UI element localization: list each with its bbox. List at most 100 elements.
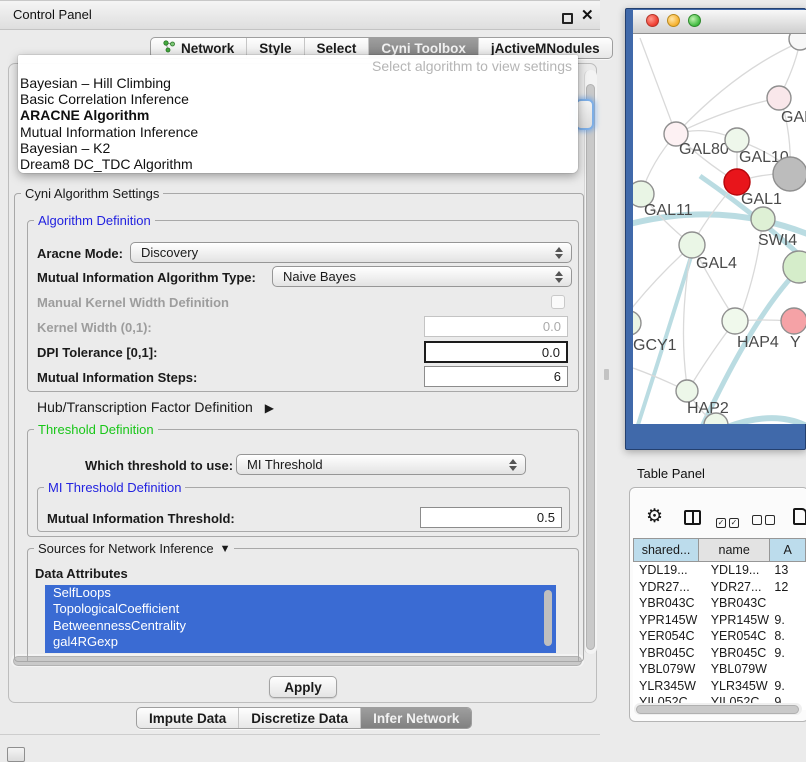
stepper-arrows-icon <box>509 459 517 471</box>
tab-infer-network-label: Infer Network <box>373 711 459 726</box>
network-node-swi4[interactable] <box>751 207 775 231</box>
table-horizontal-scrollbar-thumb[interactable] <box>636 705 799 714</box>
manual-kernel-width-checkbox[interactable] <box>551 295 565 309</box>
algorithm-dropdown-popup: Select algorithm to view settings Bayesi… <box>18 55 578 173</box>
export-table-icon[interactable] <box>793 508 806 525</box>
network-node-gal[interactable] <box>767 86 791 110</box>
close-icon[interactable]: ✕ <box>581 6 594 24</box>
table-row[interactable]: YBR045CYBR045C9. <box>633 645 806 662</box>
table-row[interactable]: YBL079WYBL079W <box>633 661 806 678</box>
network-canvas[interactable]: GALGAL80GAL10GAL1GAL11SWI4GAL4HAP4YGCY1H… <box>633 34 806 424</box>
close-traffic-light-icon[interactable] <box>646 14 659 27</box>
data-attribute-item[interactable]: TopologicalCoefficient <box>45 601 556 617</box>
sources-group-header[interactable]: Sources for Network Inference ▼ <box>34 541 234 556</box>
table-cell: 9. <box>770 678 806 695</box>
collapse-down-arrow-icon: ▼ <box>220 543 231 555</box>
table-row[interactable]: YBR043CYBR043C <box>633 595 806 612</box>
data-attribute-item[interactable]: SelfLoops <box>45 585 556 601</box>
algorithm-dropdown-item[interactable]: Bayesian – K2 <box>18 140 578 156</box>
splitpane-handle[interactable] <box>604 369 609 380</box>
mi-algorithm-type-label: Mutual Information Algorithm Type: <box>37 270 256 285</box>
data-attributes-list[interactable]: SelfLoopsTopologicalCoefficientBetweenne… <box>45 585 556 653</box>
network-node-label: GAL80 <box>679 141 729 158</box>
kernel-width-label: Kernel Width (0,1): <box>37 320 152 335</box>
table-header-row: shared... name A <box>633 538 806 562</box>
mi-algorithm-type-value: Naive Bayes <box>283 269 356 284</box>
hub-definition-label: Hub/Transcription Factor Definition <box>37 399 253 415</box>
aracne-mode-combobox[interactable]: Discovery <box>130 242 572 263</box>
table-row[interactable]: YPR145WYPR145W9. <box>633 612 806 629</box>
data-attribute-item[interactable]: gal4RGexp <box>45 634 556 650</box>
network-edge[interactable] <box>676 98 779 134</box>
settings-vertical-scrollbar-thumb[interactable] <box>586 84 595 650</box>
table-cell: 8. <box>770 628 806 645</box>
hub-definition-expander[interactable]: Hub/Transcription Factor Definition ▶ <box>37 399 274 415</box>
kernel-width-field[interactable]: 0.0 <box>424 316 568 337</box>
columns-icon[interactable] <box>684 510 701 525</box>
unselect-all-columns-icon[interactable] <box>752 512 778 530</box>
tab-infer-network[interactable]: Infer Network <box>360 708 471 728</box>
network-node-label: GCY1 <box>633 337 677 354</box>
algorithm-dropdown-item[interactable]: Bayesian – Hill Climbing <box>18 75 578 91</box>
gear-icon[interactable]: ⚙ <box>646 505 663 528</box>
table-row[interactable]: YDR27...YDR27...12 <box>633 579 806 596</box>
manual-kernel-width-label: Manual Kernel Width Definition <box>37 295 229 310</box>
table-row[interactable]: YDL19...YDL19...13 <box>633 562 806 579</box>
dpi-tolerance-field[interactable]: 0.0 <box>424 341 568 363</box>
table-body: YDL19...YDL19...13YDR27...YDR27...12YBR0… <box>633 562 806 710</box>
select-all-columns-icon[interactable]: ✓✓ <box>716 512 742 530</box>
table-cell: YDL19... <box>699 562 771 579</box>
algorithm-dropdown-item[interactable]: ARACNE Algorithm <box>18 107 578 123</box>
network-node-hap2[interactable] <box>676 380 698 402</box>
data-attribute-item[interactable]: BetweennessCentrality <box>45 618 556 634</box>
table-cell: YPR145W <box>633 612 699 629</box>
mi-threshold-definition-title: MI Threshold Definition <box>44 480 185 495</box>
algorithm-dropdown-item[interactable]: Basic Correlation Inference <box>18 91 578 107</box>
column-header-label: A <box>783 543 791 557</box>
table-panel-title: Table Panel <box>637 466 705 481</box>
table-cell: YBR045C <box>699 645 771 662</box>
column-header-partial[interactable]: A <box>770 538 806 562</box>
network-edge[interactable] <box>640 38 676 134</box>
table-row[interactable]: YER054CYER054C8. <box>633 628 806 645</box>
table-cell: 9. <box>770 612 806 629</box>
tab-style-label: Style <box>259 41 291 56</box>
tab-impute-data[interactable]: Impute Data <box>137 708 238 728</box>
network-window-titlebar[interactable] <box>633 10 806 34</box>
which-threshold-combobox[interactable]: MI Threshold <box>236 454 526 475</box>
mi-steps-field[interactable]: 6 <box>424 366 568 387</box>
column-header-shared-name[interactable]: shared... <box>633 538 699 562</box>
expander-right-arrow-icon: ▶ <box>265 401 274 415</box>
control-panel-title: Control Panel <box>13 7 92 22</box>
network-node-y[interactable] <box>781 308 806 334</box>
cyni-algorithm-settings-title: Cyni Algorithm Settings <box>21 186 163 201</box>
list-scrollbar-thumb[interactable] <box>544 590 552 646</box>
bottom-tabbar: Impute Data Discretize Data Infer Networ… <box>136 707 472 729</box>
tab-select-label: Select <box>317 41 357 56</box>
network-node-label: HAP4 <box>737 334 779 351</box>
tab-discretize-data[interactable]: Discretize Data <box>238 708 360 728</box>
threshold-definition-title: Threshold Definition <box>34 422 158 437</box>
algorithm-dropdown-item[interactable]: Dream8 DC_TDC Algorithm <box>18 156 578 172</box>
algorithm-dropdown-item[interactable]: Mutual Information Inference <box>18 124 578 140</box>
column-header-name[interactable]: name <box>699 538 770 562</box>
mi-algorithm-type-combobox[interactable]: Naive Bayes <box>272 266 572 287</box>
tab-discretize-data-label: Discretize Data <box>251 711 348 726</box>
data-attributes-label: Data Attributes <box>35 566 128 581</box>
apply-button-label: Apply <box>284 680 322 695</box>
algorithm-dropdown-placeholder: Select algorithm to view settings <box>18 55 578 75</box>
checked-box-icon: ✓ <box>716 518 726 528</box>
table-cell: 13 <box>770 562 806 579</box>
minimize-traffic-light-icon[interactable] <box>667 14 680 27</box>
docked-panel-icon[interactable] <box>7 747 25 762</box>
float-window-icon[interactable] <box>562 13 573 24</box>
network-node[interactable] <box>789 34 806 50</box>
network-node[interactable] <box>773 157 806 191</box>
table-row[interactable]: YLR345WYLR345W9. <box>633 678 806 695</box>
zoom-traffic-light-icon[interactable] <box>688 14 701 27</box>
network-node-hap4[interactable] <box>722 308 748 334</box>
mi-threshold-field[interactable]: 0.5 <box>420 507 562 528</box>
network-node[interactable] <box>783 251 806 283</box>
network-node-gcy1[interactable] <box>633 311 641 335</box>
apply-button[interactable]: Apply <box>269 676 337 698</box>
